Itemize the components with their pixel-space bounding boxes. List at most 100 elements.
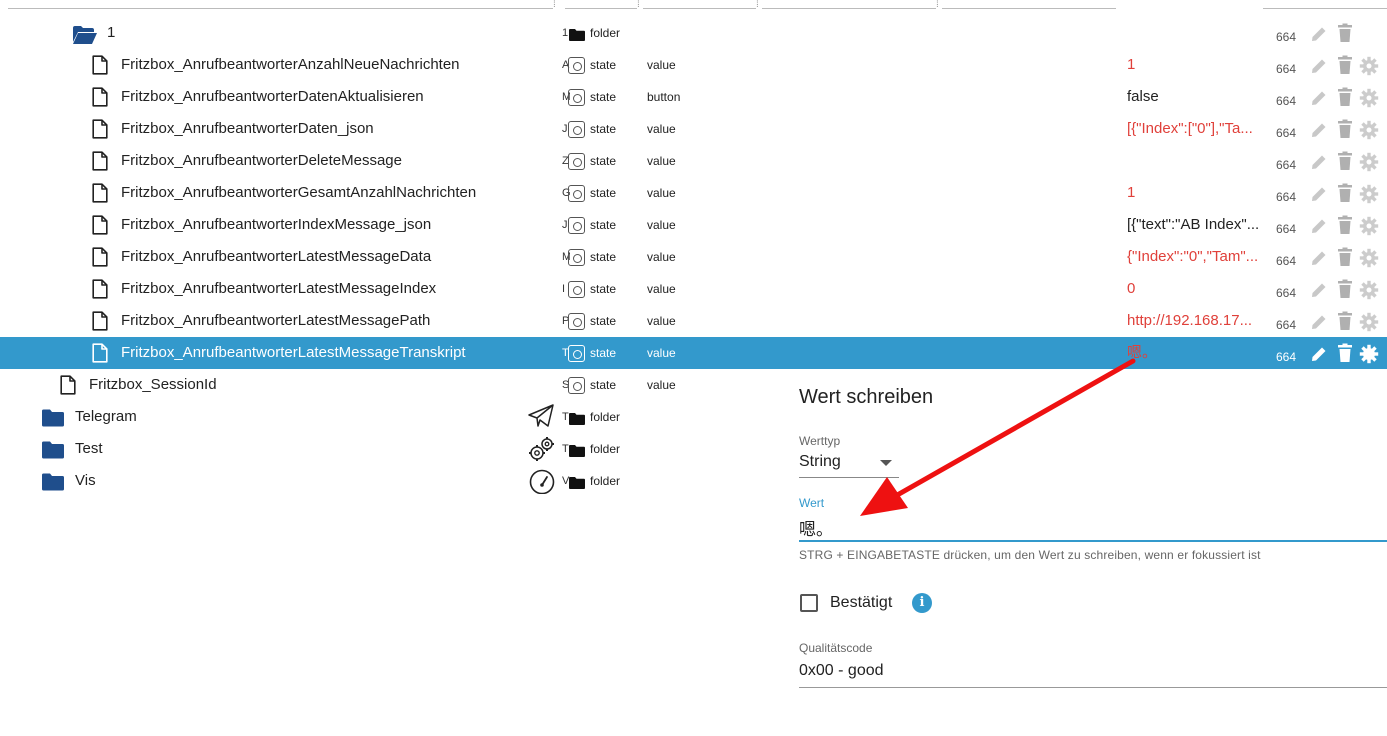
werttyp-select-value[interactable]: String: [799, 453, 841, 471]
delete-icon[interactable]: [1337, 343, 1353, 368]
delete-icon[interactable]: [1337, 151, 1353, 176]
tree-row-name[interactable]: Telegram: [75, 401, 137, 433]
settings-gear-icon[interactable]: [1359, 280, 1379, 305]
folder-open-icon[interactable]: [72, 25, 98, 50]
file-icon[interactable]: [92, 87, 108, 112]
delete-icon[interactable]: [1337, 279, 1353, 304]
tree-row-value[interactable]: 嗯。: [1127, 337, 1267, 369]
telegram-plane-icon: [528, 404, 554, 433]
tree-row-name[interactable]: Fritzbox_AnrufbeantworterLatestMessageDa…: [121, 241, 431, 273]
settings-gear-icon[interactable]: [1359, 56, 1379, 81]
file-icon[interactable]: [92, 119, 108, 144]
edit-icon[interactable]: [1309, 184, 1329, 209]
tree-row-r3[interactable]: Fritzbox_AnrufbeantworterDatenAktualisie…: [0, 81, 1387, 113]
bestaetigt-checkbox[interactable]: [800, 594, 818, 612]
tree-row-name[interactable]: Fritzbox_AnrufbeantworterLatestMessageTr…: [121, 337, 466, 369]
tree-row-name[interactable]: Vis: [75, 465, 96, 497]
file-icon[interactable]: [92, 343, 108, 368]
tree-row-name[interactable]: Fritzbox_AnrufbeantworterGesamtAnzahlNac…: [121, 177, 476, 209]
delete-icon[interactable]: [1337, 55, 1353, 80]
wert-input[interactable]: [799, 514, 1387, 542]
tree-row-r14[interactable]: Test Tfolder: [0, 433, 1387, 465]
folder-icon[interactable]: [41, 409, 65, 432]
tree-row-value[interactable]: 1: [1127, 49, 1267, 81]
delete-icon[interactable]: [1337, 311, 1353, 336]
tree-row-name[interactable]: Fritzbox_AnrufbeantworterDeleteMessage: [121, 145, 402, 177]
bestaetigt-label[interactable]: Bestätigt: [830, 594, 892, 612]
tree-row-value[interactable]: [{"Index":["0"],"Ta...: [1127, 113, 1267, 145]
tree-row-r11[interactable]: Fritzbox_AnrufbeantworterLatestMessageTr…: [0, 337, 1387, 369]
delete-icon[interactable]: [1337, 87, 1353, 112]
tree-row-type: state: [590, 250, 617, 264]
edit-icon[interactable]: [1309, 88, 1329, 113]
settings-gear-icon[interactable]: [1359, 120, 1379, 145]
tree-row-r9[interactable]: Fritzbox_AnrufbeantworterLatestMessageIn…: [0, 273, 1387, 305]
settings-gear-icon[interactable]: [1359, 344, 1379, 369]
tree-row-r12[interactable]: Fritzbox_SessionId Sstate value: [0, 369, 1387, 401]
tree-row-r5[interactable]: Fritzbox_AnrufbeantworterDeleteMessage Zs…: [0, 145, 1387, 177]
edit-icon[interactable]: [1309, 280, 1329, 305]
tree-row-value[interactable]: {"Index":"0","Tam"...: [1127, 241, 1267, 273]
tree-row-r1[interactable]: 1 1 folder 664: [0, 17, 1387, 49]
tree-row-value[interactable]: http://192.168.17...: [1127, 305, 1267, 337]
tree-row-r10[interactable]: Fritzbox_AnrufbeantworterLatestMessagePa…: [0, 305, 1387, 337]
tree-row-name[interactable]: Fritzbox_SessionId: [89, 369, 217, 401]
tree-row-r4[interactable]: Fritzbox_AnrufbeantworterDaten_json Jstat…: [0, 113, 1387, 145]
tree-row-name[interactable]: Test: [75, 433, 103, 465]
tree-row-name[interactable]: Fritzbox_AnrufbeantworterLatestMessageIn…: [121, 273, 436, 305]
tree-row-r13[interactable]: Telegram Tfolder: [0, 401, 1387, 433]
info-icon[interactable]: i: [912, 593, 932, 613]
delete-icon[interactable]: [1337, 215, 1353, 240]
settings-gear-icon[interactable]: [1359, 88, 1379, 113]
quality-value[interactable]: 0x00 - good: [799, 662, 884, 680]
edit-icon[interactable]: [1309, 312, 1329, 337]
tree-row-r15[interactable]: Vis Vfolder: [0, 465, 1387, 497]
tree-row-name[interactable]: Fritzbox_AnrufbeantworterAnzahlNeueNachr…: [121, 49, 460, 81]
file-icon[interactable]: [92, 151, 108, 176]
edit-icon[interactable]: [1309, 216, 1329, 241]
settings-gear-icon[interactable]: [1359, 312, 1379, 337]
file-icon[interactable]: [92, 247, 108, 272]
tree-row-type: state: [590, 314, 617, 328]
file-icon[interactable]: [92, 215, 108, 240]
tree-row-name[interactable]: 1: [107, 17, 115, 49]
tree-row-r7[interactable]: Fritzbox_AnrufbeantworterIndexMessage_js…: [0, 209, 1387, 241]
delete-icon[interactable]: [1337, 23, 1353, 48]
file-icon[interactable]: [60, 375, 76, 400]
edit-icon[interactable]: [1309, 56, 1329, 81]
file-icon[interactable]: [92, 279, 108, 304]
file-icon[interactable]: [92, 183, 108, 208]
settings-gear-icon[interactable]: [1359, 184, 1379, 209]
file-icon[interactable]: [92, 311, 108, 336]
delete-icon[interactable]: [1337, 247, 1353, 272]
folder-icon[interactable]: [41, 441, 65, 464]
werttyp-label: Werttyp: [799, 434, 841, 448]
tree-row-r2[interactable]: Fritzbox_AnrufbeantworterAnzahlNeueNachr…: [0, 49, 1387, 81]
state-type-icon: [568, 345, 585, 362]
edit-icon[interactable]: [1309, 120, 1329, 145]
tree-row-r8[interactable]: Fritzbox_AnrufbeantworterLatestMessageDa…: [0, 241, 1387, 273]
tree-row-r6[interactable]: Fritzbox_AnrufbeantworterGesamtAnzahlNac…: [0, 177, 1387, 209]
file-icon[interactable]: [92, 55, 108, 80]
tree-row-name[interactable]: Fritzbox_AnrufbeantworterDatenAktualisie…: [121, 81, 424, 113]
edit-icon[interactable]: [1309, 344, 1329, 369]
tree-row-value[interactable]: 0: [1127, 273, 1267, 305]
folder-icon[interactable]: [41, 473, 65, 496]
tree-row-role: value: [647, 186, 676, 200]
settings-gear-icon[interactable]: [1359, 216, 1379, 241]
settings-gear-icon[interactable]: [1359, 152, 1379, 177]
edit-icon[interactable]: [1309, 152, 1329, 177]
delete-icon[interactable]: [1337, 183, 1353, 208]
tree-row-value[interactable]: [{"text":"AB Index"...: [1127, 209, 1267, 241]
tree-row-name[interactable]: Fritzbox_AnrufbeantworterDaten_json: [121, 113, 374, 145]
settings-gear-icon[interactable]: [1359, 248, 1379, 273]
edit-icon[interactable]: [1309, 248, 1329, 273]
chevron-down-icon[interactable]: [880, 460, 892, 466]
edit-icon[interactable]: [1309, 24, 1329, 49]
tree-row-name[interactable]: Fritzbox_AnrufbeantworterIndexMessage_js…: [121, 209, 431, 241]
folder-type-icon: [569, 28, 585, 41]
tree-row-value[interactable]: 1: [1127, 177, 1267, 209]
delete-icon[interactable]: [1337, 119, 1353, 144]
tree-row-name[interactable]: Fritzbox_AnrufbeantworterLatestMessagePa…: [121, 305, 430, 337]
tree-row-value[interactable]: false: [1127, 81, 1267, 113]
